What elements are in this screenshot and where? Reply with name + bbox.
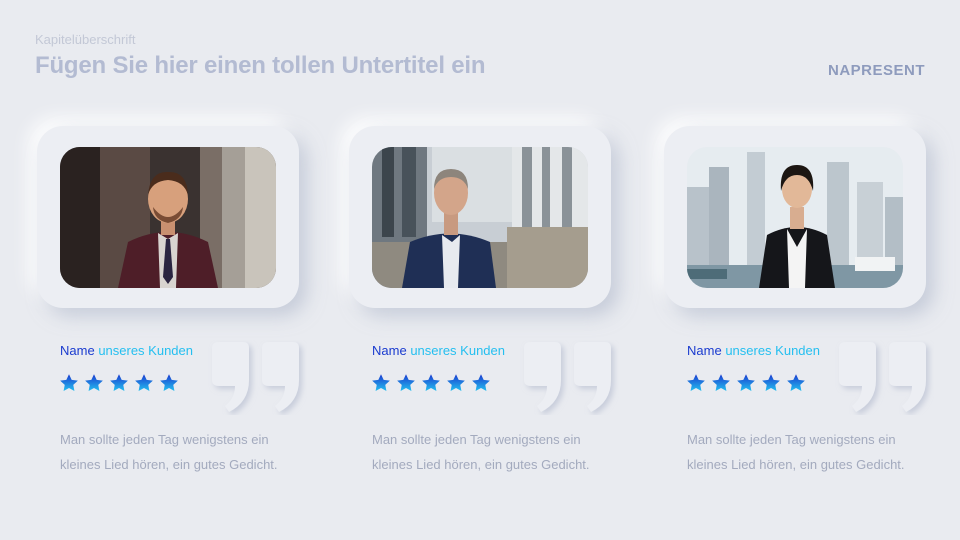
client-photo bbox=[60, 147, 276, 288]
photo-frame bbox=[349, 126, 611, 308]
rating-stars bbox=[371, 373, 491, 393]
client-name: Name unseres Kunden bbox=[372, 343, 505, 358]
quote-mark-icon bbox=[207, 340, 307, 415]
star-icon bbox=[712, 374, 730, 391]
testimonial-text: Man sollte jeden Tag wenigstens ein klei… bbox=[687, 432, 905, 472]
client-name: Name unseres Kunden bbox=[687, 343, 820, 358]
star-icon bbox=[397, 374, 415, 391]
star-icon bbox=[110, 374, 128, 391]
client-photo bbox=[372, 147, 588, 288]
photo-frame bbox=[664, 126, 926, 308]
testimonial-card: Name unseres Kunden Man sollte jeden Tag… bbox=[664, 0, 960, 540]
star-icon bbox=[60, 374, 78, 391]
star-icon bbox=[472, 374, 490, 391]
testimonial-text: Man sollte jeden Tag wenigstens ein klei… bbox=[60, 432, 278, 472]
rating-stars bbox=[59, 373, 179, 393]
testimonial-card: Name unseres Kunden Man sollte jeden Tag… bbox=[349, 0, 649, 540]
client-photo bbox=[687, 147, 903, 288]
testimonial-text: Man sollte jeden Tag wenigstens ein klei… bbox=[372, 432, 590, 472]
star-icon bbox=[787, 374, 805, 391]
star-icon bbox=[687, 374, 705, 391]
rating-stars bbox=[686, 373, 806, 393]
photo-frame bbox=[37, 126, 299, 308]
star-icon bbox=[372, 374, 390, 391]
star-icon bbox=[85, 374, 103, 391]
star-icon bbox=[737, 374, 755, 391]
star-icon bbox=[447, 374, 465, 391]
star-icon bbox=[762, 374, 780, 391]
client-name: Name unseres Kunden bbox=[60, 343, 193, 358]
quote-mark-icon bbox=[519, 340, 619, 415]
star-icon bbox=[160, 374, 178, 391]
testimonial-card: Name unseres Kunden Man sollte jeden Tag… bbox=[37, 0, 337, 540]
star-icon bbox=[422, 374, 440, 391]
star-icon bbox=[135, 374, 153, 391]
quote-mark-icon bbox=[834, 340, 934, 415]
